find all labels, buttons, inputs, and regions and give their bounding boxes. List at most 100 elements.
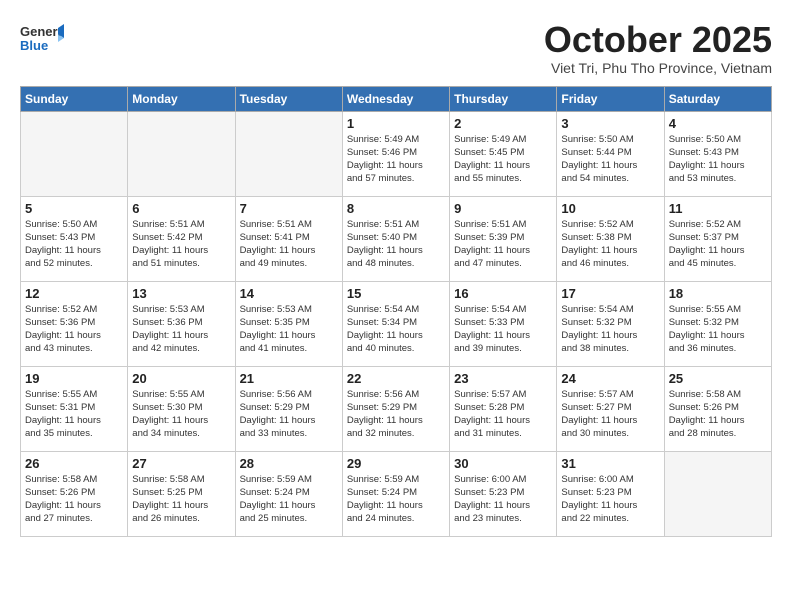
- day-info: Sunrise: 5:56 AM Sunset: 5:29 PM Dayligh…: [347, 388, 445, 441]
- calendar-week-row: 12 Sunrise: 5:52 AM Sunset: 5:36 PM Dayli…: [21, 281, 772, 366]
- day-number: 28: [240, 456, 338, 471]
- day-number: 21: [240, 371, 338, 386]
- day-info: Sunrise: 5:59 AM Sunset: 5:24 PM Dayligh…: [240, 473, 338, 526]
- day-number: 20: [132, 371, 230, 386]
- calendar-cell: [128, 111, 235, 196]
- weekday-header: Monday: [128, 86, 235, 111]
- day-number: 27: [132, 456, 230, 471]
- day-number: 12: [25, 286, 123, 301]
- day-info: Sunrise: 5:57 AM Sunset: 5:28 PM Dayligh…: [454, 388, 552, 441]
- calendar-cell: 8 Sunrise: 5:51 AM Sunset: 5:40 PM Daylig…: [342, 196, 449, 281]
- month-title: October 2025: [544, 20, 772, 60]
- day-info: Sunrise: 5:54 AM Sunset: 5:34 PM Dayligh…: [347, 303, 445, 356]
- calendar-cell: 18 Sunrise: 5:55 AM Sunset: 5:32 PM Dayli…: [664, 281, 771, 366]
- day-info: Sunrise: 5:55 AM Sunset: 5:30 PM Dayligh…: [132, 388, 230, 441]
- day-info: Sunrise: 5:52 AM Sunset: 5:36 PM Dayligh…: [25, 303, 123, 356]
- day-info: Sunrise: 6:00 AM Sunset: 5:23 PM Dayligh…: [561, 473, 659, 526]
- calendar-cell: 19 Sunrise: 5:55 AM Sunset: 5:31 PM Dayli…: [21, 366, 128, 451]
- weekday-header: Tuesday: [235, 86, 342, 111]
- day-info: Sunrise: 5:54 AM Sunset: 5:32 PM Dayligh…: [561, 303, 659, 356]
- calendar-cell: 25 Sunrise: 5:58 AM Sunset: 5:26 PM Dayli…: [664, 366, 771, 451]
- weekday-header: Wednesday: [342, 86, 449, 111]
- day-number: 7: [240, 201, 338, 216]
- calendar-cell: 11Sunrise: 5:52 AM Sunset: 5:37 PM Dayli…: [664, 196, 771, 281]
- day-info: Sunrise: 5:50 AM Sunset: 5:44 PM Dayligh…: [561, 133, 659, 186]
- calendar-week-row: 26Sunrise: 5:58 AM Sunset: 5:26 PM Dayli…: [21, 451, 772, 536]
- weekday-header: Thursday: [450, 86, 557, 111]
- day-info: Sunrise: 5:49 AM Sunset: 5:46 PM Dayligh…: [347, 133, 445, 186]
- day-info: Sunrise: 5:50 AM Sunset: 5:43 PM Dayligh…: [669, 133, 767, 186]
- day-number: 3: [561, 116, 659, 131]
- day-number: 13: [132, 286, 230, 301]
- day-number: 23: [454, 371, 552, 386]
- day-info: Sunrise: 5:51 AM Sunset: 5:42 PM Dayligh…: [132, 218, 230, 271]
- calendar-cell: 23 Sunrise: 5:57 AM Sunset: 5:28 PM Dayli…: [450, 366, 557, 451]
- day-info: Sunrise: 5:58 AM Sunset: 5:26 PM Dayligh…: [669, 388, 767, 441]
- logo: General Blue: [20, 20, 64, 56]
- page-header: General Blue October 2025 Viet Tri, Phu …: [20, 20, 772, 76]
- calendar-cell: 12 Sunrise: 5:52 AM Sunset: 5:36 PM Dayli…: [21, 281, 128, 366]
- day-info: Sunrise: 5:51 AM Sunset: 5:41 PM Dayligh…: [240, 218, 338, 271]
- weekday-header: Saturday: [664, 86, 771, 111]
- day-number: 24: [561, 371, 659, 386]
- calendar-cell: 29 Sunrise: 5:59 AM Sunset: 5:24 PM Dayli…: [342, 451, 449, 536]
- calendar-cell: 26Sunrise: 5:58 AM Sunset: 5:26 PM Dayli…: [21, 451, 128, 536]
- day-info: Sunrise: 5:58 AM Sunset: 5:25 PM Dayligh…: [132, 473, 230, 526]
- calendar-cell: 2Sunrise: 5:49 AM Sunset: 5:45 PM Daylig…: [450, 111, 557, 196]
- calendar-cell: 27 Sunrise: 5:58 AM Sunset: 5:25 PM Dayli…: [128, 451, 235, 536]
- calendar-cell: 28 Sunrise: 5:59 AM Sunset: 5:24 PM Dayli…: [235, 451, 342, 536]
- title-block: October 2025 Viet Tri, Phu Tho Province,…: [544, 20, 772, 76]
- day-info: Sunrise: 5:50 AM Sunset: 5:43 PM Dayligh…: [25, 218, 123, 271]
- calendar-cell: 15 Sunrise: 5:54 AM Sunset: 5:34 PM Dayli…: [342, 281, 449, 366]
- day-info: Sunrise: 5:55 AM Sunset: 5:31 PM Dayligh…: [25, 388, 123, 441]
- day-number: 29: [347, 456, 445, 471]
- day-info: Sunrise: 5:59 AM Sunset: 5:24 PM Dayligh…: [347, 473, 445, 526]
- calendar-cell: 30Sunrise: 6:00 AM Sunset: 5:23 PM Dayli…: [450, 451, 557, 536]
- day-number: 19: [25, 371, 123, 386]
- day-info: Sunrise: 5:54 AM Sunset: 5:33 PM Dayligh…: [454, 303, 552, 356]
- day-number: 8: [347, 201, 445, 216]
- day-info: Sunrise: 5:57 AM Sunset: 5:27 PM Dayligh…: [561, 388, 659, 441]
- day-number: 10: [561, 201, 659, 216]
- calendar-cell: 14Sunrise: 5:53 AM Sunset: 5:35 PM Dayli…: [235, 281, 342, 366]
- day-number: 26: [25, 456, 123, 471]
- day-info: Sunrise: 5:51 AM Sunset: 5:40 PM Dayligh…: [347, 218, 445, 271]
- weekday-header: Friday: [557, 86, 664, 111]
- day-info: Sunrise: 6:00 AM Sunset: 5:23 PM Dayligh…: [454, 473, 552, 526]
- day-number: 16: [454, 286, 552, 301]
- calendar-cell: 13 Sunrise: 5:53 AM Sunset: 5:36 PM Dayli…: [128, 281, 235, 366]
- day-number: 25: [669, 371, 767, 386]
- svg-text:General: General: [20, 24, 64, 39]
- day-number: 15: [347, 286, 445, 301]
- calendar-cell: 17 Sunrise: 5:54 AM Sunset: 5:32 PM Dayli…: [557, 281, 664, 366]
- calendar-cell: 3 Sunrise: 5:50 AM Sunset: 5:44 PM Daylig…: [557, 111, 664, 196]
- day-number: 2: [454, 116, 552, 131]
- calendar-cell: 16 Sunrise: 5:54 AM Sunset: 5:33 PM Dayli…: [450, 281, 557, 366]
- day-number: 11: [669, 201, 767, 216]
- calendar-cell: 5Sunrise: 5:50 AM Sunset: 5:43 PM Daylig…: [21, 196, 128, 281]
- day-number: 14: [240, 286, 338, 301]
- calendar-week-row: 5Sunrise: 5:50 AM Sunset: 5:43 PM Daylig…: [21, 196, 772, 281]
- calendar-cell: 24 Sunrise: 5:57 AM Sunset: 5:27 PM Dayli…: [557, 366, 664, 451]
- calendar-cell: 10 Sunrise: 5:52 AM Sunset: 5:38 PM Dayli…: [557, 196, 664, 281]
- location: Viet Tri, Phu Tho Province, Vietnam: [544, 60, 772, 76]
- day-number: 17: [561, 286, 659, 301]
- day-number: 18: [669, 286, 767, 301]
- calendar-cell: [21, 111, 128, 196]
- day-number: 9: [454, 201, 552, 216]
- calendar-week-row: 1 Sunrise: 5:49 AM Sunset: 5:46 PM Daylig…: [21, 111, 772, 196]
- day-number: 1: [347, 116, 445, 131]
- day-info: Sunrise: 5:52 AM Sunset: 5:38 PM Dayligh…: [561, 218, 659, 271]
- day-info: Sunrise: 5:56 AM Sunset: 5:29 PM Dayligh…: [240, 388, 338, 441]
- calendar-cell: 1 Sunrise: 5:49 AM Sunset: 5:46 PM Daylig…: [342, 111, 449, 196]
- day-info: Sunrise: 5:53 AM Sunset: 5:36 PM Dayligh…: [132, 303, 230, 356]
- calendar-cell: 4 Sunrise: 5:50 AM Sunset: 5:43 PM Daylig…: [664, 111, 771, 196]
- calendar-cell: 21 Sunrise: 5:56 AM Sunset: 5:29 PM Dayli…: [235, 366, 342, 451]
- day-info: Sunrise: 5:51 AM Sunset: 5:39 PM Dayligh…: [454, 218, 552, 271]
- svg-text:Blue: Blue: [20, 38, 48, 53]
- calendar-cell: 7 Sunrise: 5:51 AM Sunset: 5:41 PM Daylig…: [235, 196, 342, 281]
- day-number: 6: [132, 201, 230, 216]
- calendar-cell: [664, 451, 771, 536]
- day-number: 4: [669, 116, 767, 131]
- day-info: Sunrise: 5:55 AM Sunset: 5:32 PM Dayligh…: [669, 303, 767, 356]
